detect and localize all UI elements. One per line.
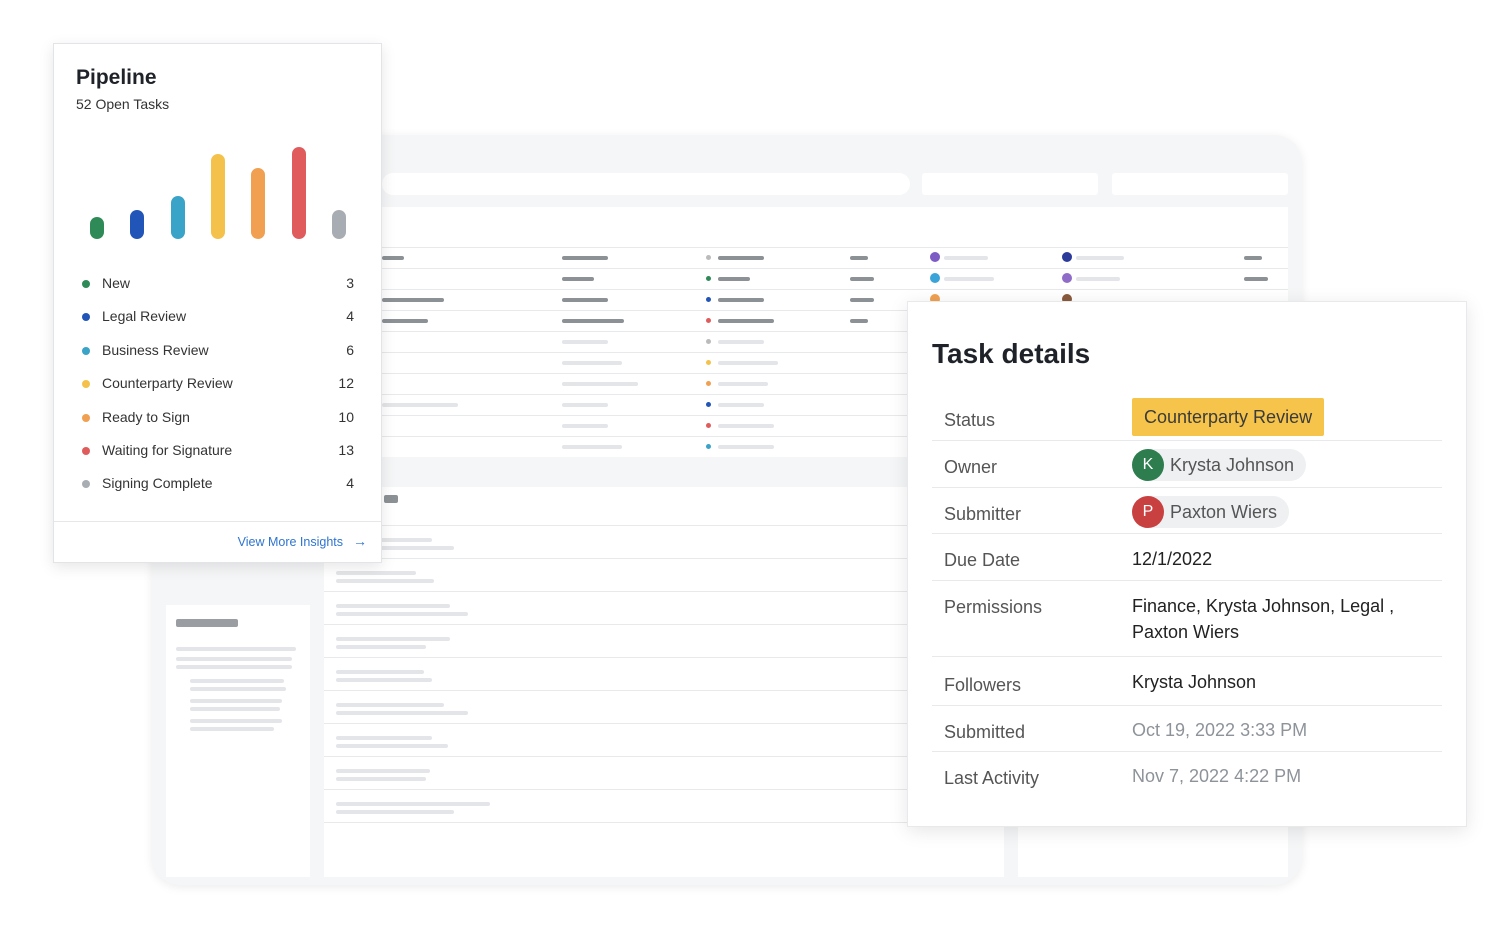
legend-count: 12	[338, 375, 354, 392]
permissions-value: Finance, Krysta Johnson, Legal , Paxton …	[1132, 593, 1394, 645]
followers-row: Followers Krysta Johnson	[932, 657, 1442, 706]
list-item[interactable]	[324, 591, 1004, 624]
permissions-row: Permissions Finance, Krysta Johnson, Leg…	[932, 581, 1442, 657]
legend-count: 3	[346, 275, 354, 291]
pipeline-title: Pipeline	[76, 66, 157, 89]
open-tasks-count: 52 Open Tasks	[76, 96, 170, 112]
pipeline-bar-legal-review[interactable]	[130, 210, 145, 239]
pipeline-bar-signing-complete[interactable]	[331, 210, 346, 239]
due-date-row: Due Date 12/1/2022	[932, 534, 1442, 581]
status-dot-icon	[82, 313, 90, 322]
filter-placeholder-1[interactable]	[922, 173, 1098, 195]
status-dot-icon	[82, 480, 90, 489]
submitter-chip[interactable]: P Paxton Wiers	[1132, 496, 1290, 528]
search-bar-placeholder[interactable]	[382, 173, 910, 195]
pipeline-bar-business-review[interactable]	[170, 196, 185, 239]
list-item[interactable]	[324, 822, 1004, 855]
submitted-label: Submitted	[944, 722, 1026, 742]
legend-count: 6	[346, 341, 354, 358]
owner-label: Owner	[944, 457, 998, 477]
status-row: Status Counterparty Review	[932, 394, 1442, 441]
filter-placeholder-2[interactable]	[1112, 173, 1288, 195]
table-row[interactable]	[382, 268, 1288, 289]
legend-label: Business Review	[102, 341, 209, 358]
permissions-label: Permissions	[944, 597, 1043, 617]
permissions-line-1: Finance, Krysta Johnson, Legal ,	[1132, 596, 1395, 616]
status-dot-icon	[82, 380, 90, 389]
task-details-title: Task details	[932, 338, 1091, 369]
owner-chip[interactable]: K Krysta Johnson	[1132, 449, 1307, 481]
list-item[interactable]	[324, 657, 1004, 690]
legend-count: 10	[338, 408, 354, 425]
status-dot-icon	[82, 346, 90, 355]
legend-count: 4	[346, 475, 354, 492]
legend-item-new[interactable]: New 3	[82, 274, 354, 307]
list-item[interactable]	[324, 789, 1004, 822]
legend-count: 13	[338, 441, 354, 458]
list-item[interactable]	[324, 624, 1004, 657]
due-date-value: 12/1/2022	[1132, 549, 1213, 569]
list-item[interactable]	[324, 558, 1004, 591]
status-dot-icon	[82, 446, 90, 455]
activity-list	[324, 487, 1004, 877]
submitter-row: Submitter P Paxton Wiers	[932, 488, 1442, 534]
legend-item-business-review[interactable]: Business Review 6	[82, 341, 354, 374]
legend-label: Ready to Sign	[102, 408, 190, 425]
followers-value: Krysta Johnson	[1132, 672, 1257, 692]
card-divider	[54, 521, 381, 522]
last-activity-label: Last Activity	[944, 768, 1040, 788]
list-item[interactable]	[324, 723, 1004, 756]
legend-count: 4	[346, 308, 354, 325]
status-dot-icon	[82, 413, 90, 422]
avatar: P	[1132, 496, 1164, 528]
followers-label: Followers	[944, 675, 1022, 695]
legend-item-signing-complete[interactable]: Signing Complete 4	[82, 474, 354, 507]
view-more-insights-link[interactable]: View More Insights	[238, 535, 343, 549]
pipeline-bar-ready-to-sign[interactable]	[251, 168, 266, 239]
legend-label: Legal Review	[102, 308, 187, 325]
last-activity-value: Nov 7, 2022 4:22 PM	[1132, 766, 1302, 786]
permissions-line-2: Paxton Wiers	[1132, 622, 1240, 642]
status-dot-icon	[82, 280, 90, 288]
sidebar-panel	[166, 605, 310, 877]
pipeline-bar-chart	[54, 139, 383, 249]
side-strip	[1018, 825, 1288, 877]
legend-item-counterparty-review[interactable]: Counterparty Review 12	[82, 374, 354, 407]
submitter-name: Paxton Wiers	[1170, 502, 1278, 522]
legend-item-legal-review[interactable]: Legal Review 4	[82, 307, 354, 340]
legend-label: Counterparty Review	[102, 375, 233, 392]
pipeline-bar-waiting-for-signature[interactable]	[291, 147, 306, 239]
pipeline-card: Pipeline 52 Open Tasks New 3 Legal Review 4…	[53, 43, 382, 563]
legend-label: Waiting for Signature	[102, 441, 233, 458]
owner-name: Krysta Johnson	[1170, 455, 1295, 475]
avatar: K	[1132, 449, 1164, 481]
task-details-card: Task details Status Counterparty Review …	[907, 301, 1467, 827]
legend-label: New	[102, 275, 131, 291]
legend-item-ready-to-sign[interactable]: Ready to Sign 10	[82, 408, 354, 441]
arrow-right-icon[interactable]: →	[353, 533, 367, 549]
status-badge[interactable]: Counterparty Review	[1132, 398, 1325, 436]
status-label: Status	[944, 410, 996, 430]
list-item[interactable]	[324, 756, 1004, 789]
pipeline-bar-new[interactable]	[90, 217, 104, 239]
due-date-label: Due Date	[944, 550, 1021, 570]
submitter-label: Submitter	[944, 504, 1022, 524]
submitted-value: Oct 19, 2022 3:33 PM	[1132, 720, 1308, 740]
submitted-row: Submitted Oct 19, 2022 3:33 PM	[932, 706, 1442, 752]
legend-label: Signing Complete	[102, 475, 213, 492]
table-row[interactable]	[382, 247, 1288, 268]
last-activity-row: Last Activity Nov 7, 2022 4:22 PM	[932, 752, 1442, 798]
pipeline-bar-counterparty-review[interactable]	[210, 154, 225, 239]
owner-row: Owner K Krysta Johnson	[932, 441, 1442, 488]
pipeline-legend: New 3 Legal Review 4 Business Review 6 Counter…	[82, 274, 354, 508]
list-item[interactable]	[324, 690, 1004, 723]
legend-item-waiting-for-signature[interactable]: Waiting for Signature 13	[82, 441, 354, 474]
list-item[interactable]	[324, 525, 1004, 558]
